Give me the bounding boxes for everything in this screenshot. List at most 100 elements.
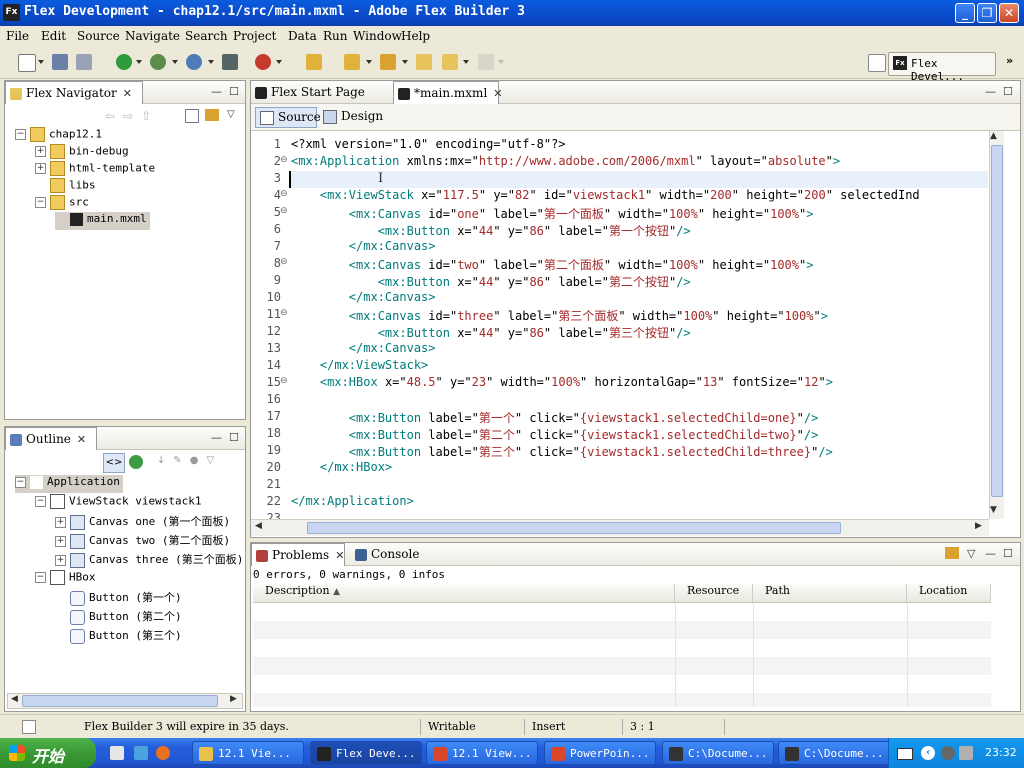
tree-item[interactable]: Button (第一个) (55, 589, 182, 607)
dropdown-arrow-icon[interactable] (276, 60, 282, 64)
dropdown-arrow-icon[interactable] (498, 60, 504, 64)
fast-view-icon[interactable] (22, 720, 36, 734)
run-icon[interactable] (116, 54, 132, 70)
keyboard-icon[interactable] (897, 748, 913, 760)
tab-console[interactable]: Console (351, 543, 421, 565)
taskbar-task-button[interactable]: C:\Docume... (662, 741, 774, 765)
save-icon[interactable] (52, 54, 68, 70)
highlight-icon[interactable] (306, 54, 322, 70)
tree-item[interactable]: − chap12.1 (15, 127, 102, 145)
code-line[interactable]: <mx:Button x="44" y="86" label="第一个按钮"/> (291, 222, 691, 239)
code-line[interactable]: </mx:Canvas> (291, 290, 436, 307)
code-line[interactable]: </mx:Application> (291, 494, 414, 511)
scroll-left-icon[interactable]: ◀ (11, 694, 18, 704)
source-mode-button[interactable]: Source (255, 107, 321, 128)
minimize-button[interactable]: _ (955, 3, 975, 23)
forward-arrow-icon[interactable]: ⇨ (123, 109, 141, 123)
collapse-icon[interactable]: − (15, 129, 26, 140)
close-tab-icon[interactable]: ✕ (77, 429, 86, 451)
close-button[interactable]: ✕ (999, 3, 1019, 23)
code-line[interactable]: </mx:Canvas> (291, 341, 436, 358)
hide-icon[interactable]: ✎ (173, 455, 189, 466)
tree-item[interactable]: − HBox (35, 570, 96, 588)
tray-collapse-icon[interactable]: ‹ (921, 746, 935, 760)
previous-annotation-icon[interactable] (380, 54, 396, 70)
external-tools-icon[interactable] (255, 54, 271, 70)
code-line[interactable]: <mx:Button label="第三个" click="{viewstack… (291, 443, 833, 460)
dropdown-arrow-icon[interactable] (172, 60, 178, 64)
scrollbar-thumb[interactable] (991, 145, 1003, 497)
dropdown-arrow-icon[interactable] (402, 60, 408, 64)
dropdown-arrow-icon[interactable] (366, 60, 372, 64)
print-icon[interactable] (76, 54, 92, 70)
tree-item[interactable]: + Canvas three (第三个面板) (55, 551, 243, 569)
menu-run[interactable]: Run (323, 29, 348, 43)
code-line[interactable]: <mx:Button label="第一个" click="{viewstack… (291, 409, 819, 426)
code-line[interactable]: <mx:HBox x="48.5" y="23" width="100%" ho… (291, 375, 833, 392)
taskbar-task-button[interactable]: Flex Deve... (310, 741, 422, 765)
column-description[interactable]: Description ▲ (253, 584, 675, 602)
editor-vertical-scrollbar[interactable]: ▲ ▼ (989, 131, 1004, 519)
expand-icon[interactable]: + (35, 163, 46, 174)
minimize-view-icon[interactable]: — (211, 85, 222, 98)
collapse-icon[interactable]: − (35, 197, 46, 208)
editor-horizontal-scrollbar[interactable]: ◀ ▶ (251, 519, 989, 536)
profile-icon[interactable] (186, 54, 202, 70)
close-tab-icon[interactable]: ✕ (493, 83, 502, 105)
tree-item[interactable]: + bin-debug (35, 144, 129, 162)
sort-icon[interactable]: ↓ (157, 455, 173, 466)
close-tab-icon[interactable]: ✕ (335, 545, 344, 567)
network-icon[interactable] (941, 746, 955, 760)
refresh-icon[interactable] (129, 455, 143, 469)
fold-toggle-icon[interactable]: ⊖ (280, 257, 288, 267)
minimize-view-icon[interactable]: — (985, 85, 996, 98)
minimize-view-icon[interactable]: — (211, 431, 222, 444)
view-menu-icon[interactable]: ▽ (967, 547, 975, 560)
taskbar-task-button[interactable]: 12.1 View... (426, 741, 538, 765)
dropdown-arrow-icon[interactable] (208, 60, 214, 64)
scroll-up-icon[interactable]: ▲ (990, 131, 997, 141)
design-mode-button[interactable]: Design (319, 107, 383, 126)
tree-item[interactable]: + Canvas one (第一个面板) (55, 513, 230, 531)
quick-launch-icon[interactable] (134, 746, 148, 760)
expand-icon[interactable]: + (55, 516, 66, 528)
tree-item[interactable]: main.mxml (55, 212, 150, 230)
maximize-view-icon[interactable]: ☐ (229, 431, 239, 444)
outline-horizontal-scrollbar[interactable]: ◀ ▶ (7, 693, 243, 709)
filter-icon[interactable] (945, 547, 959, 559)
menu-help[interactable]: Help (401, 29, 430, 43)
fold-toggle-icon[interactable]: ⊖ (280, 206, 288, 216)
code-line[interactable]: <mx:Canvas id="three" label="第三个面板" widt… (291, 307, 828, 324)
perspective-switcher[interactable]: Fx Flex Devel... (888, 52, 996, 83)
code-line[interactable]: <mx:Canvas id="two" label="第二个面板" width=… (291, 256, 814, 273)
tab-outline[interactable]: Outline ✕ (5, 427, 97, 450)
back-icon[interactable] (442, 54, 458, 70)
column-path[interactable]: Path (753, 584, 907, 602)
scroll-right-icon[interactable]: ▶ (975, 521, 982, 531)
menu-window[interactable]: Window (353, 29, 402, 43)
scrollbar-thumb[interactable] (22, 695, 218, 707)
view-menu-icon[interactable]: ▽ (207, 455, 223, 466)
menu-search[interactable]: Search (185, 29, 228, 43)
maximize-view-icon[interactable]: ☐ (1003, 547, 1013, 560)
show-desktop-icon[interactable] (110, 746, 124, 760)
menu-navigate[interactable]: Navigate (125, 29, 180, 43)
scroll-left-icon[interactable]: ◀ (255, 521, 262, 531)
tab-main-mxml[interactable]: *main.mxml ✕ (393, 81, 503, 105)
fold-toggle-icon[interactable]: ⊖ (280, 189, 288, 199)
maximize-view-icon[interactable]: ☐ (1003, 85, 1013, 98)
close-tab-icon[interactable]: ✕ (123, 83, 132, 105)
link-with-editor-icon[interactable] (205, 109, 219, 121)
expand-icon[interactable]: + (55, 554, 66, 566)
more-perspectives-icon[interactable]: » (1006, 54, 1013, 67)
code-line[interactable]: <mx:Canvas id="one" label="第一个面板" width=… (291, 205, 814, 222)
code-line[interactable]: <?xml version="1.0" encoding="utf-8"?> (291, 137, 566, 154)
show-source-icon[interactable]: <> (103, 453, 125, 473)
tab-flex-navigator[interactable]: Flex Navigator ✕ (5, 81, 143, 104)
code-line[interactable]: <mx:Button x="44" y="86" label="第二个按钮"/> (291, 273, 691, 290)
scroll-down-icon[interactable]: ▼ (990, 505, 997, 515)
volume-icon[interactable] (959, 746, 973, 760)
scroll-right-icon[interactable]: ▶ (230, 694, 237, 704)
menu-project[interactable]: Project (233, 29, 276, 43)
tab-flex-start-page[interactable]: Flex Start Page (251, 81, 387, 103)
